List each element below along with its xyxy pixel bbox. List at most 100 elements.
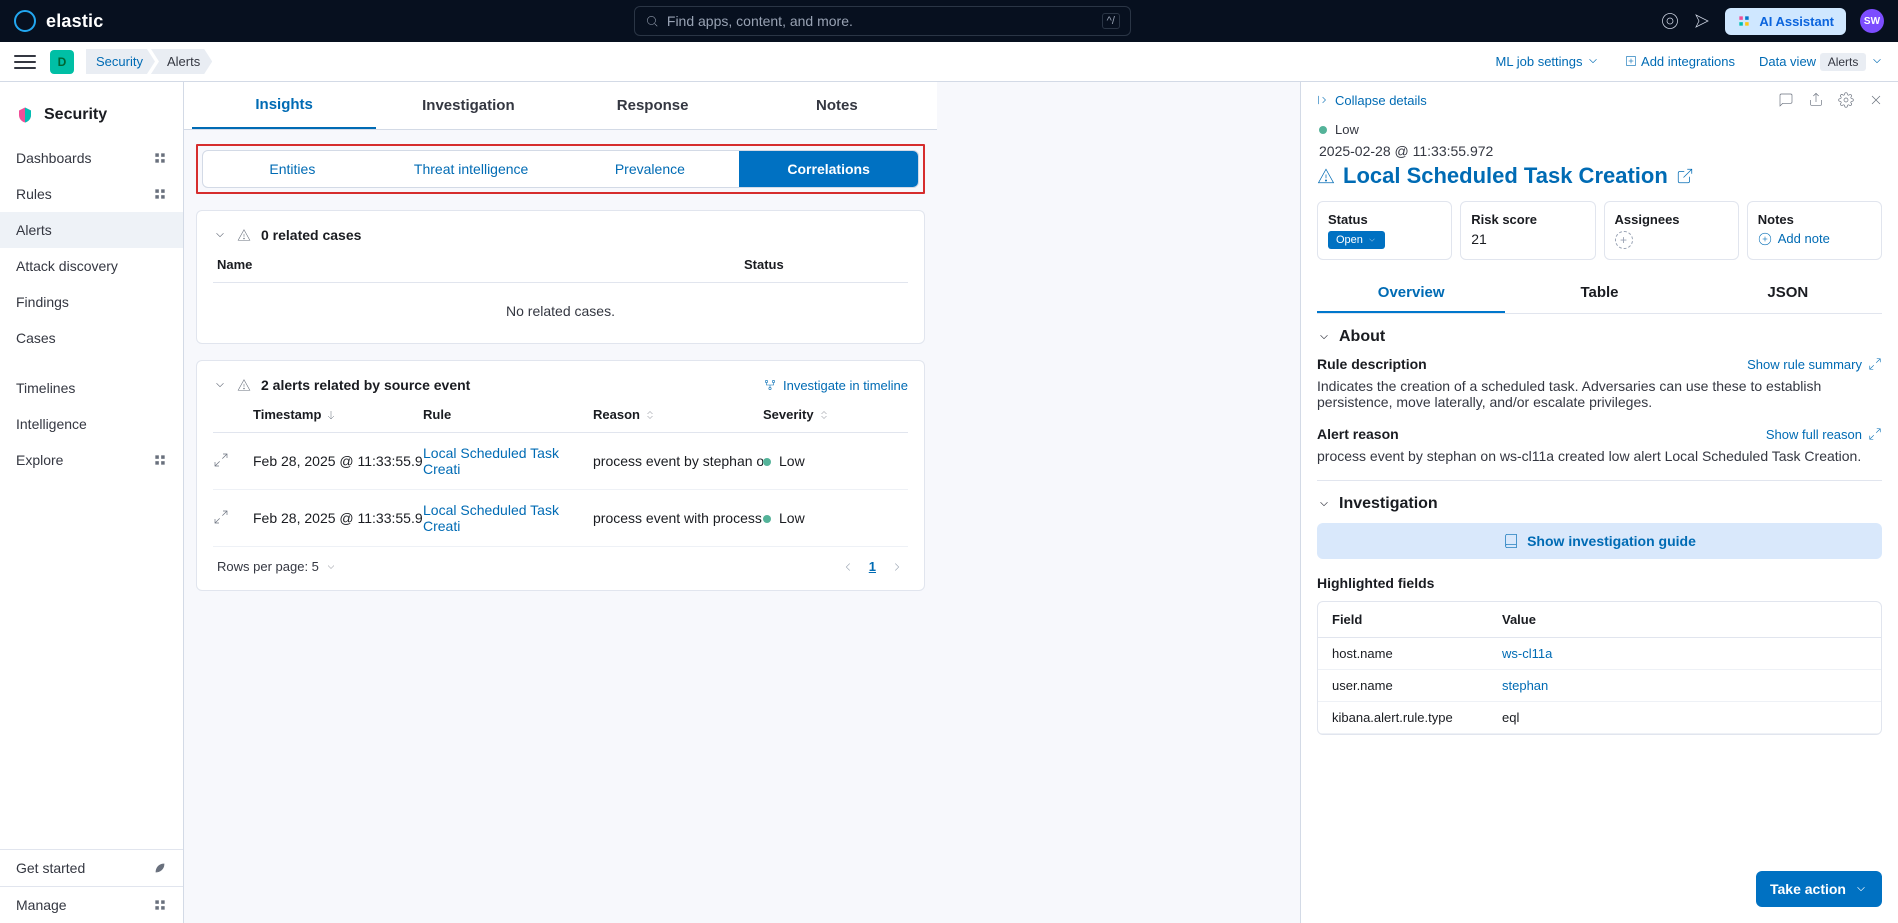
subtab-threat-intelligence[interactable]: Threat intelligence: [382, 151, 561, 187]
sidebar-item-cases[interactable]: Cases: [0, 320, 183, 356]
about-section-header[interactable]: About: [1317, 328, 1882, 346]
flyout-tab-table[interactable]: Table: [1505, 274, 1693, 313]
alert-timestamp: 2025-02-28 @ 11:33:55.972: [1319, 143, 1880, 159]
col-severity[interactable]: Severity: [763, 407, 883, 422]
avatar-initials: SW: [1864, 16, 1880, 27]
tab-notes[interactable]: Notes: [745, 82, 929, 129]
close-icon[interactable]: [1868, 92, 1884, 108]
sort-desc-icon: [325, 409, 337, 421]
tab-label: Notes: [816, 97, 858, 114]
tab-insights[interactable]: Insights: [192, 82, 376, 129]
sidebar-item-label: Cases: [16, 330, 56, 346]
prev-page-button[interactable]: [841, 560, 855, 574]
sidebar-item-rules[interactable]: Rules: [0, 176, 183, 212]
status-badge[interactable]: Open: [1328, 231, 1385, 249]
sidebar-item-label: Explore: [16, 452, 63, 468]
tab-label: Overview: [1378, 284, 1445, 301]
tab-investigation[interactable]: Investigation: [376, 82, 560, 129]
breadcrumb-alerts[interactable]: Alerts: [151, 49, 212, 74]
link-label: Add integrations: [1641, 54, 1735, 69]
panel-header[interactable]: 2 alerts related by source event: [213, 377, 470, 393]
breadcrumb-security[interactable]: Security: [86, 49, 155, 74]
subtab-entities[interactable]: Entities: [203, 151, 382, 187]
investigate-in-timeline-link[interactable]: Investigate in timeline: [763, 378, 908, 393]
sidebar-item-explore[interactable]: Explore: [0, 442, 183, 478]
take-action-button[interactable]: Take action: [1756, 871, 1882, 907]
sidebar-item-findings[interactable]: Findings: [0, 284, 183, 320]
newsfeed-icon[interactable]: [1693, 12, 1711, 30]
sidebar-item-alerts[interactable]: Alerts: [0, 212, 183, 248]
subtab-prevalence[interactable]: Prevalence: [561, 151, 740, 187]
investigation-section-header[interactable]: Investigation: [1317, 495, 1882, 513]
cell-value-link[interactable]: ws-cl11a: [1502, 646, 1552, 661]
severity-dot-icon: [763, 515, 771, 523]
tab-response[interactable]: Response: [561, 82, 745, 129]
sidebar-item-get-started[interactable]: Get started: [0, 849, 183, 886]
crumb-label: Alerts: [167, 54, 200, 69]
cell-rule-link[interactable]: Local Scheduled Task Creati: [423, 445, 593, 477]
sidebar-item-manage[interactable]: Manage: [0, 886, 183, 923]
expand-icon[interactable]: [213, 452, 229, 468]
chevron-down-icon: [325, 561, 337, 573]
header-right: AI Assistant SW: [1661, 8, 1884, 35]
sidebar-item-attack-discovery[interactable]: Attack discovery: [0, 248, 183, 284]
search-shortcut-hint: ^/: [1102, 13, 1120, 29]
expand-icon[interactable]: [213, 509, 229, 525]
gear-icon[interactable]: [1838, 92, 1854, 108]
side-nav-title: Security: [0, 98, 183, 140]
chevron-down-icon: [1367, 235, 1377, 245]
ml-job-settings-link[interactable]: ML job settings: [1496, 54, 1601, 69]
add-assignee-button[interactable]: +: [1615, 231, 1633, 249]
sidebar-item-label: Intelligence: [16, 416, 87, 432]
severity-label: Low: [1335, 122, 1359, 137]
share-icon[interactable]: [1808, 92, 1824, 108]
col-label: Reason: [593, 407, 640, 422]
security-app-icon: [16, 106, 34, 124]
collapse-details-link[interactable]: Collapse details: [1315, 93, 1427, 108]
show-investigation-guide-button[interactable]: Show investigation guide: [1317, 523, 1882, 559]
meta-label: Notes: [1758, 212, 1871, 227]
cell-rule-link[interactable]: Local Scheduled Task Creati: [423, 502, 593, 534]
sidebar-item-intelligence[interactable]: Intelligence: [0, 406, 183, 442]
table-row: host.namews-cl11a: [1318, 638, 1881, 670]
panel-header[interactable]: 0 related cases: [213, 227, 908, 243]
col-rule[interactable]: Rule: [423, 407, 593, 422]
flyout-tab-json[interactable]: JSON: [1694, 274, 1882, 313]
subtab-label: Threat intelligence: [414, 161, 528, 177]
cell-value-link[interactable]: stephan: [1502, 678, 1548, 693]
cell-field: kibana.alert.rule.type: [1332, 710, 1502, 725]
col-label: Severity: [763, 407, 814, 422]
user-avatar[interactable]: SW: [1860, 9, 1884, 33]
data-view-selector[interactable]: Data view Alerts: [1759, 54, 1884, 69]
flyout-tab-overview[interactable]: Overview: [1317, 274, 1505, 313]
insights-panel: Insights Investigation Response Notes En…: [184, 82, 937, 591]
col-value: Value: [1502, 612, 1536, 627]
show-full-reason-link[interactable]: Show full reason: [1766, 427, 1882, 442]
status-card: Status Open: [1317, 201, 1452, 260]
show-rule-summary-link[interactable]: Show rule summary: [1747, 357, 1882, 372]
space-selector[interactable]: D: [50, 50, 74, 74]
alert-reason-label: Alert reason: [1317, 426, 1399, 442]
sidebar-item-dashboards[interactable]: Dashboards: [0, 140, 183, 176]
chat-icon[interactable]: [1778, 92, 1794, 108]
help-icon[interactable]: [1661, 12, 1679, 30]
subtab-correlations[interactable]: Correlations: [739, 151, 918, 187]
sidebar-item-timelines[interactable]: Timelines: [0, 370, 183, 406]
nav-toggle-button[interactable]: [14, 51, 36, 73]
search-icon: [645, 14, 659, 28]
side-nav: Security Dashboards Rules Alerts Attack …: [0, 82, 184, 923]
ai-assistant-button[interactable]: AI Assistant: [1725, 8, 1846, 35]
subtab-highlight-box: Entities Threat intelligence Prevalence …: [196, 144, 925, 194]
risk-score-value: 21: [1471, 231, 1584, 247]
panel-title: 0 related cases: [261, 227, 361, 243]
add-integrations-link[interactable]: Add integrations: [1624, 54, 1735, 69]
add-note-link[interactable]: Add note: [1758, 231, 1830, 246]
next-page-button[interactable]: [890, 560, 904, 574]
alert-title-link[interactable]: Local Scheduled Task Creation: [1317, 163, 1882, 189]
col-reason[interactable]: Reason: [593, 407, 763, 422]
col-timestamp[interactable]: Timestamp: [253, 407, 423, 422]
page-number[interactable]: 1: [869, 559, 876, 574]
global-search[interactable]: Find apps, content, and more. ^/: [634, 6, 1131, 36]
rows-per-page-selector[interactable]: Rows per page: 5: [217, 559, 337, 574]
brand[interactable]: elastic: [14, 10, 103, 32]
